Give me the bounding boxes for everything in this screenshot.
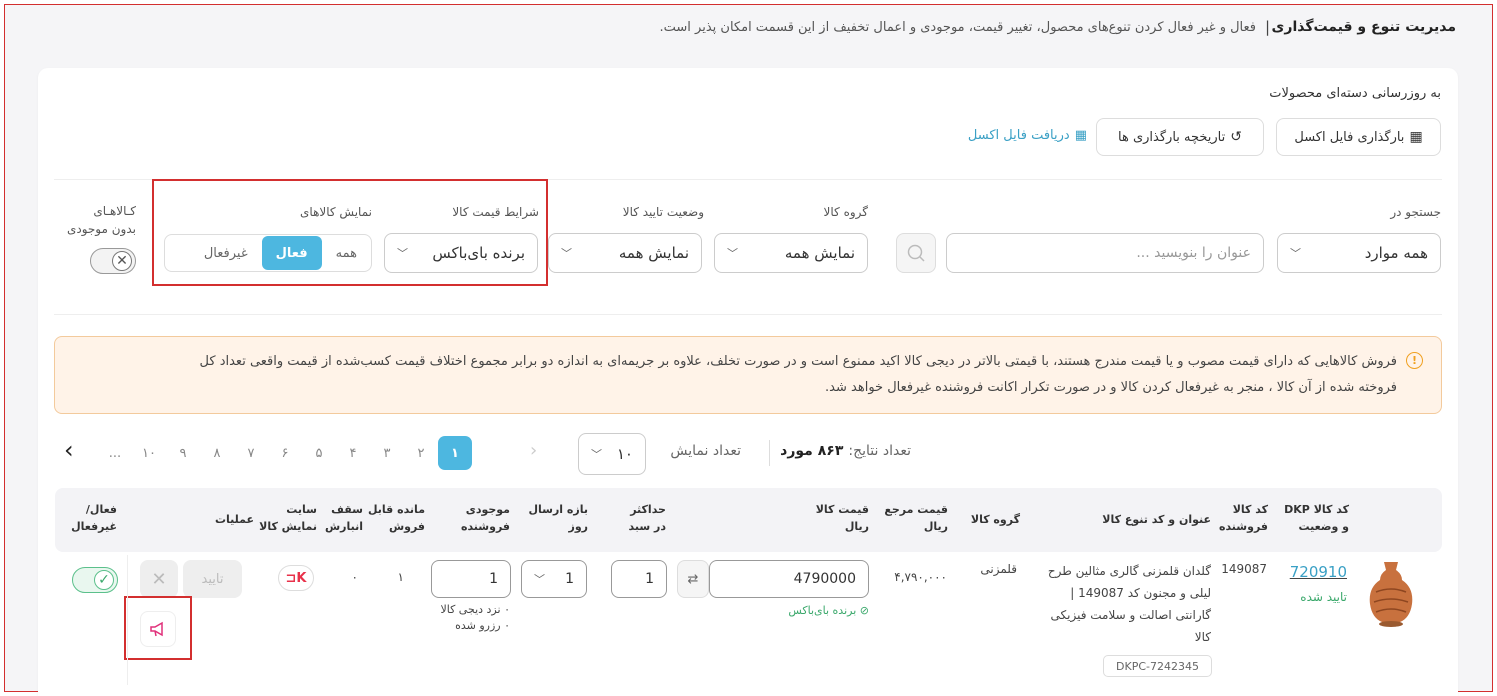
th-price: قیمت کالا ریال <box>815 503 869 533</box>
sliders-icon: ⇄ <box>687 571 699 587</box>
th-ship-days: بازه ارسال روز <box>528 503 588 533</box>
divider <box>127 555 128 685</box>
digikala-site-icon[interactable]: ⊐K <box>278 565 314 591</box>
bulk-update-title: به روزرسانی دسته‌ای محصولات <box>1269 86 1441 101</box>
th-sellable: مانده قابل فروش <box>367 503 425 533</box>
stock-input[interactable]: 1 <box>431 560 511 598</box>
variant-code-badge: DKPC-7242345 <box>1103 655 1212 677</box>
active-toggle[interactable]: ✓ <box>72 567 118 593</box>
th-ops: عملیات <box>214 513 254 526</box>
page-3[interactable]: ۳ <box>370 436 404 470</box>
th-dkp: کد کالا DKP و وضعیت <box>1284 503 1349 533</box>
product-title: گلدان قلمزنی گالری مثالین طرح لیلی و مجن… <box>1047 564 1211 644</box>
seller-code: 149087 <box>1221 562 1267 576</box>
th-title: عنوان و کد تنوع کالا <box>1102 513 1211 526</box>
show-all-option[interactable]: همه <box>322 235 371 271</box>
search-in-label: جستجو در <box>1390 205 1441 219</box>
page-2[interactable]: ۲ <box>404 436 438 470</box>
warehouse-cap: ۰ <box>351 570 358 584</box>
page-5[interactable]: ۵ <box>302 436 336 470</box>
page-10[interactable]: ۱۰ <box>132 436 166 470</box>
title-separator: | <box>1264 18 1270 36</box>
reject-button[interactable]: ✕ <box>140 560 178 598</box>
th-active: فعال/غیرفعال <box>71 503 117 533</box>
chevron-down-icon: ﹀ <box>591 448 602 461</box>
download-excel-link[interactable]: ▦ دریافت فایل اکسل <box>968 128 1087 143</box>
results-count: تعداد نتایج: ۸۶۳ مورد <box>780 443 911 459</box>
chevron-down-icon: ﹀ <box>561 247 572 260</box>
price-settings-button[interactable]: ⇄ <box>677 560 709 598</box>
page-9[interactable]: ۹ <box>166 436 200 470</box>
show-active-option[interactable]: فعال <box>261 236 322 270</box>
th-site: سایت نمایش کالا <box>259 503 317 533</box>
approve-button[interactable]: تایید <box>183 560 242 598</box>
upload-history-button[interactable]: ↺ تاریخچه بارگذاری ها <box>1096 118 1264 156</box>
stock-reserved: ۰ رزرو شده <box>455 619 510 632</box>
page-8[interactable]: ۸ <box>200 436 234 470</box>
approval-status-label: وضعیت تایید کالا <box>622 205 704 219</box>
search-in-select[interactable]: همه موارد ﹀ <box>1277 233 1441 273</box>
product-thumbnail <box>1369 562 1413 627</box>
approval-status-select[interactable]: نمایش همه ﹀ <box>548 233 702 273</box>
product-group: قلمزنی <box>980 562 1017 576</box>
th-warehouse-cap: سقف انبارش <box>324 503 363 533</box>
th-max-cart: حداکثر در سبد <box>628 503 666 533</box>
no-stock-label: کـالاهـای بدون موجودی <box>66 204 136 236</box>
th-stock: موجودی فروشنده <box>460 503 510 533</box>
close-icon: ✕ <box>151 568 167 590</box>
page-title: مدیریت تنوع و قیمت‌گذاری <box>1271 19 1456 35</box>
chevron-down-icon: ﹀ <box>727 247 738 260</box>
price-input[interactable]: 4790000 <box>709 560 869 598</box>
chevron-down-icon: ﹀ <box>1290 247 1301 260</box>
page-6[interactable]: ۶ <box>268 436 302 470</box>
page-description: فعال و غیر فعال کردن تنوع‌های محصول، تغی… <box>659 20 1256 35</box>
buybox-winner-note: ⊘ برنده بای‌باکس <box>788 604 869 617</box>
next-page-icon[interactable]: ‹ <box>64 436 74 464</box>
megaphone-icon <box>150 621 163 637</box>
no-stock-toggle[interactable]: ✕ <box>90 248 136 274</box>
chevron-down-icon: ﹀ <box>534 573 545 586</box>
page-4[interactable]: ۴ <box>336 436 370 470</box>
page-ellipsis: ... <box>108 445 122 461</box>
info-icon: ! <box>1406 352 1423 369</box>
per-page-label: تعداد نمایش <box>670 443 741 459</box>
max-cart-input[interactable]: 1 <box>611 560 667 598</box>
check-icon: ✓ <box>94 570 114 590</box>
th-seller-code: کد کالا فروشنده <box>1218 503 1268 533</box>
price-condition-label: شرایط قیمت کالا <box>452 205 539 219</box>
price-condition-select[interactable]: برنده بای‌باکس ﹀ <box>384 233 538 273</box>
show-inactive-option[interactable]: غیرفعال <box>190 235 262 271</box>
history-icon: ↺ <box>1230 129 1242 145</box>
per-page-select[interactable]: ۱۰ ﹀ <box>578 433 646 475</box>
price-warning-alert: ! فروش کالاهایی که دارای قیمت مصوب و یا … <box>54 336 1442 414</box>
sellable-remaining: ۱ <box>397 570 404 584</box>
divider <box>769 440 770 466</box>
excel-icon: ▦ <box>1074 128 1087 143</box>
ship-days-select[interactable]: ﹀ 1 <box>521 560 587 598</box>
th-ref-price: قیمت مرجع ریال <box>884 503 948 533</box>
promotion-button[interactable] <box>140 611 176 647</box>
check-circle-icon: ⊘ <box>859 604 869 617</box>
stock-at-warehouse: ۰ نزد دیجی کالا <box>440 603 510 616</box>
prev-page-icon[interactable]: › <box>530 440 537 461</box>
search-icon <box>907 244 925 262</box>
approval-status: تایید شده <box>1300 590 1347 604</box>
th-group: گروه کالا <box>970 513 1020 526</box>
divider <box>54 314 1442 315</box>
search-input[interactable]: عنوان را بنویسید ... <box>946 233 1264 273</box>
reference-price: ۴,۷۹۰,۰۰۰ <box>894 570 947 584</box>
dkp-link[interactable]: 720910 <box>1290 563 1347 581</box>
close-icon: ✕ <box>112 251 132 271</box>
group-label: گروه کالا <box>823 205 868 219</box>
page-1[interactable]: ۱ <box>438 436 472 470</box>
upload-excel-button[interactable]: ▦ بارگذاری فایل اکسل <box>1276 118 1441 156</box>
show-products-label: نمایش کالاهای <box>300 205 372 219</box>
pagination: ۱ ۲ ۳ ۴ ۵ ۶ ۷ ۸ ۹ ۱۰ ... <box>98 436 472 470</box>
group-select[interactable]: نمایش همه ﹀ <box>714 233 868 273</box>
page-7[interactable]: ۷ <box>234 436 268 470</box>
chevron-down-icon: ﹀ <box>397 247 408 260</box>
excel-icon: ▦ <box>1409 129 1423 145</box>
show-products-toggle[interactable]: همه فعال غیرفعال <box>164 234 372 272</box>
search-button[interactable] <box>896 233 936 273</box>
